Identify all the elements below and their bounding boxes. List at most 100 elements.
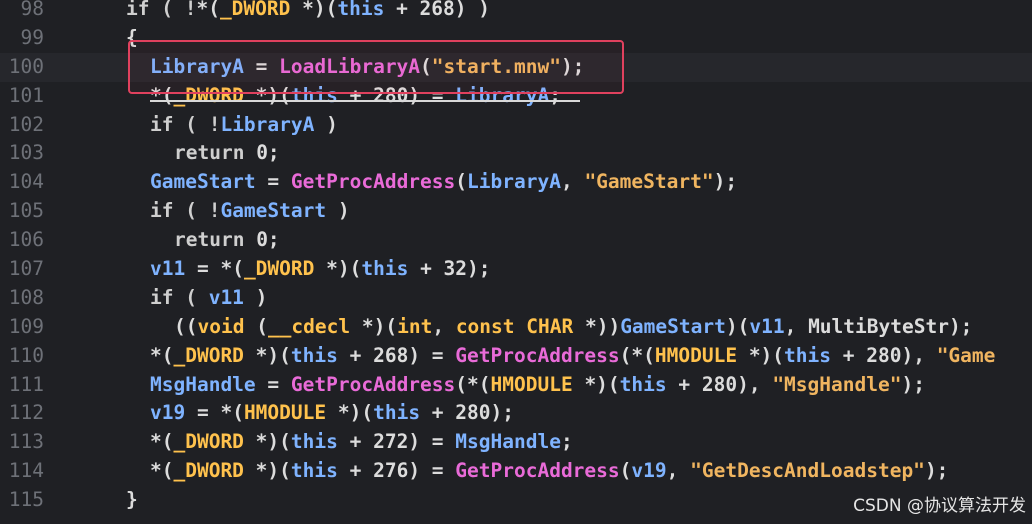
code-line[interactable]: 110 *(_DWORD *)(this + 268) = GetProcAddr…: [0, 342, 1032, 371]
code-text: return 0;: [174, 139, 280, 168]
code-token: GetProcAddress: [290, 170, 456, 194]
code-token: GameStart: [220, 199, 327, 223]
code-token: void: [197, 314, 245, 338]
code-line[interactable]: 102 if ( !LibraryA ): [0, 111, 1032, 140]
code-token: HMODULE: [243, 401, 327, 425]
code-token: 0;: [244, 141, 280, 165]
code-token: (*(: [455, 372, 491, 396]
code-token: *)): [573, 314, 621, 338]
code-token: *)(: [326, 401, 374, 425]
code-line[interactable]: 105 if ( !GameStart ): [0, 197, 1032, 226]
code-token: *(: [150, 459, 174, 483]
code-text: *(_DWORD *)(this + 272) = MsgHandle;: [150, 428, 573, 457]
line-number: 98: [20, 0, 44, 20]
line-number: 109: [8, 314, 44, 338]
code-token: }: [126, 488, 138, 512]
line-number: 104: [8, 170, 44, 194]
code-token: )(: [725, 314, 750, 338]
code-token: + 272) =: [337, 430, 456, 454]
code-token: GetProcAddress: [455, 343, 620, 367]
code-token: *)(: [243, 459, 291, 483]
code-token: this: [337, 0, 385, 20]
code-token: GameStart: [620, 314, 726, 338]
code-line[interactable]: 103 return 0;: [0, 139, 1032, 168]
code-token: + 268) ): [384, 0, 490, 20]
code-token: 0;: [244, 228, 280, 252]
code-token: HMODULE: [654, 343, 738, 367]
code-token: GetProcAddress: [290, 372, 456, 396]
code-line[interactable]: 114 *(_DWORD *)(this + 276) = GetProcAddr…: [0, 457, 1032, 486]
code-token: = *(: [185, 257, 244, 281]
code-token: ;: [560, 430, 573, 454]
code-token: this: [361, 257, 409, 281]
code-token: ((: [174, 314, 198, 338]
code-line[interactable]: 111 MsgHandle = GetProcAddress(*(HMODULE …: [0, 371, 1032, 400]
code-token: "Game: [936, 343, 996, 367]
code-token: (: [244, 314, 268, 338]
code-token: v19: [631, 459, 667, 483]
code-line[interactable]: 107 v11 = *(_DWORD *)(this + 32);: [0, 255, 1032, 284]
code-line[interactable]: 104 GameStart = GetProcAddress(LibraryA, …: [0, 168, 1032, 197]
code-line[interactable]: 106 return 0;: [0, 226, 1032, 255]
code-token: + 280),: [831, 343, 937, 367]
code-token: MsgHandle: [455, 430, 561, 454]
code-token: );: [924, 459, 949, 483]
code-token: + 268) =: [337, 343, 456, 367]
code-editor[interactable]: 98 if ( !*(_DWORD *)(this + 268) ) 99{100 L…: [0, 0, 1032, 524]
line-number: 114: [8, 459, 44, 483]
code-text: *(_DWORD *)(this + 268) = GetProcAddress…: [150, 342, 995, 371]
code-text: *(_DWORD *)(this + 276) = GetProcAddress…: [150, 457, 948, 486]
code-token: *(: [196, 0, 220, 20]
line-number: 115: [8, 488, 44, 512]
code-line[interactable]: 98 if ( !*(_DWORD *)(this + 268) ): [0, 0, 1032, 24]
code-token: (: [455, 170, 468, 194]
code-token: = *(: [185, 401, 244, 425]
code-token: =: [255, 170, 291, 194]
code-token: + 280),: [666, 372, 773, 396]
code-token: this: [619, 372, 667, 396]
line-number: 99: [20, 25, 44, 49]
code-line[interactable]: 113 *(_DWORD *)(this + 272) = MsgHandle;: [0, 428, 1032, 457]
code-token: (*(: [619, 343, 655, 367]
code-text: ((void (__cdecl *)(int, const CHAR *))Ga…: [174, 313, 972, 342]
code-token: );: [901, 372, 925, 396]
code-token: *(: [150, 430, 174, 454]
code-token: this: [290, 430, 338, 454]
code-line[interactable]: 108 if ( v11 ): [0, 284, 1032, 313]
code-line[interactable]: 109 ((void (__cdecl *)(int, const CHAR *)…: [0, 313, 1032, 342]
code-token: *)(: [290, 0, 338, 20]
code-token: "GetDescAndLoadstep": [690, 459, 925, 483]
code-text: return 0;: [174, 226, 280, 255]
line-number: 100: [8, 54, 44, 78]
code-token: ): [326, 199, 350, 223]
code-line[interactable]: 112 v19 = *(HMODULE *)(this + 280);: [0, 399, 1032, 428]
code-token: HMODULE: [490, 372, 573, 396]
line-number: 103: [8, 141, 44, 165]
code-token: (: [619, 459, 632, 483]
code-text: v11 = *(_DWORD *)(this + 32);: [150, 255, 491, 284]
line-number: 112: [8, 401, 44, 425]
code-token: LibraryA: [220, 112, 315, 136]
code-token: const CHAR: [455, 314, 574, 338]
code-token: *)(: [243, 343, 291, 367]
code-token: int: [397, 314, 433, 338]
code-token: ): [314, 112, 338, 136]
code-token: *)(: [572, 372, 620, 396]
code-token: MultiByteStr);: [808, 314, 973, 338]
annotation-highlight-box: [128, 40, 624, 94]
code-token: + 280);: [420, 401, 514, 425]
watermark: CSDN @协议算法开发: [853, 496, 1026, 516]
code-token: *(: [150, 343, 174, 367]
code-text: GameStart = GetProcAddress(LibraryA, "Ga…: [150, 168, 737, 197]
line-number: 113: [8, 430, 44, 454]
code-token: _DWORD: [219, 0, 291, 20]
code-text: v19 = *(HMODULE *)(this + 280);: [150, 399, 514, 428]
line-number: 108: [8, 285, 44, 309]
code-token: "GameStart": [584, 170, 714, 194]
code-token: MsgHandle: [150, 372, 256, 396]
code-text: if ( !LibraryA ): [150, 111, 338, 140]
code-token: this: [290, 459, 338, 483]
code-token: _DWORD: [173, 430, 244, 454]
line-number: 106: [8, 228, 44, 252]
code-token: LibraryA: [467, 170, 561, 194]
